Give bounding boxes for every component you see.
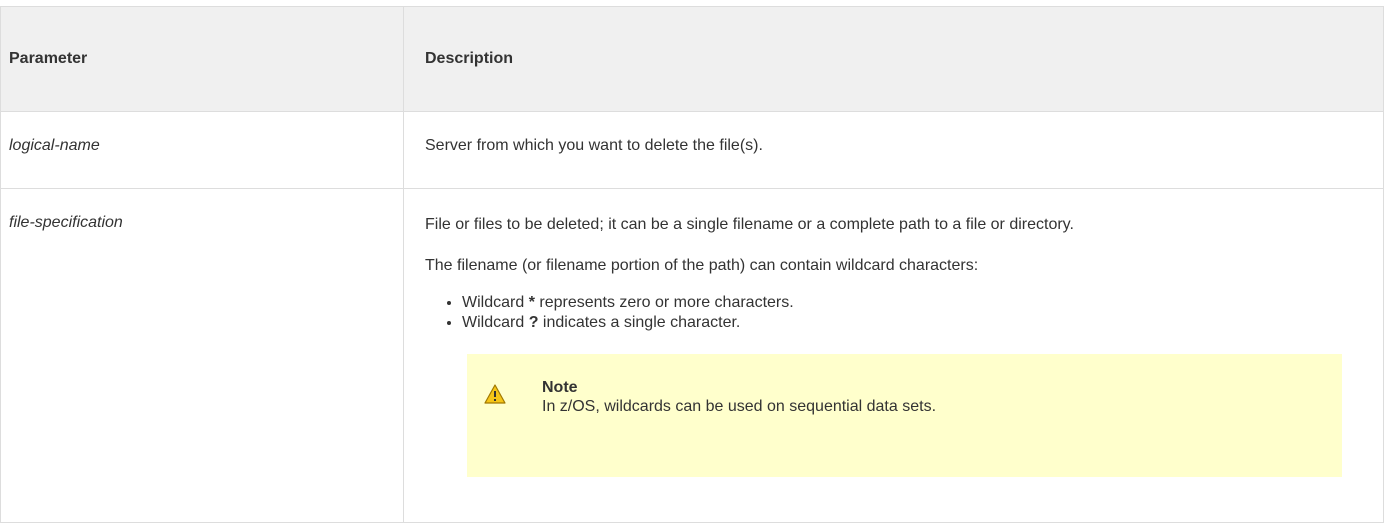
param-name: file-specification bbox=[9, 214, 123, 231]
param-description: File or files to be deleted; it can be a… bbox=[425, 216, 1074, 233]
wildcard-prefix: Wildcard bbox=[462, 294, 529, 311]
wildcard-symbol: ? bbox=[528, 314, 539, 331]
wildcard-prefix: Wildcard bbox=[462, 314, 529, 331]
warning-icon bbox=[484, 384, 506, 404]
wildcard-suffix: indicates a single character. bbox=[538, 314, 741, 331]
list-item: Wildcard ? indicates a single character. bbox=[462, 313, 1373, 333]
list-item: Wildcard * represents zero or more chara… bbox=[462, 293, 1373, 313]
header-parameter: Parameter bbox=[0, 6, 404, 112]
param-name: logical-name bbox=[9, 137, 100, 154]
note-text: In z/OS, wildcards can be used on sequen… bbox=[542, 398, 937, 415]
header-description: Description bbox=[403, 6, 1384, 112]
wildcard-list: Wildcard * represents zero or more chara… bbox=[425, 293, 1373, 333]
table-row: file-specification File or files to be d… bbox=[0, 188, 1384, 523]
note-panel: Note In z/OS, wildcards can be used on s… bbox=[467, 354, 1342, 477]
note-title: Note bbox=[542, 379, 578, 396]
param-description: Server from which you want to delete the… bbox=[425, 137, 763, 154]
header-description-label: Description bbox=[425, 50, 514, 67]
wildcard-suffix: represents zero or more characters. bbox=[534, 294, 794, 311]
param-cell: logical-name bbox=[0, 111, 404, 189]
table-header-row: Parameter Description bbox=[0, 6, 1384, 112]
param-cell: file-specification bbox=[0, 188, 404, 523]
description-cell: File or files to be deleted; it can be a… bbox=[403, 188, 1384, 523]
wildcard-intro: The filename (or filename portion of the… bbox=[425, 257, 979, 274]
description-cell: Server from which you want to delete the… bbox=[403, 111, 1384, 189]
table-row: logical-name Server from which you want … bbox=[0, 111, 1384, 189]
parameter-table: Parameter Description logical-name Serve… bbox=[0, 6, 1384, 523]
header-parameter-label: Parameter bbox=[9, 50, 88, 67]
